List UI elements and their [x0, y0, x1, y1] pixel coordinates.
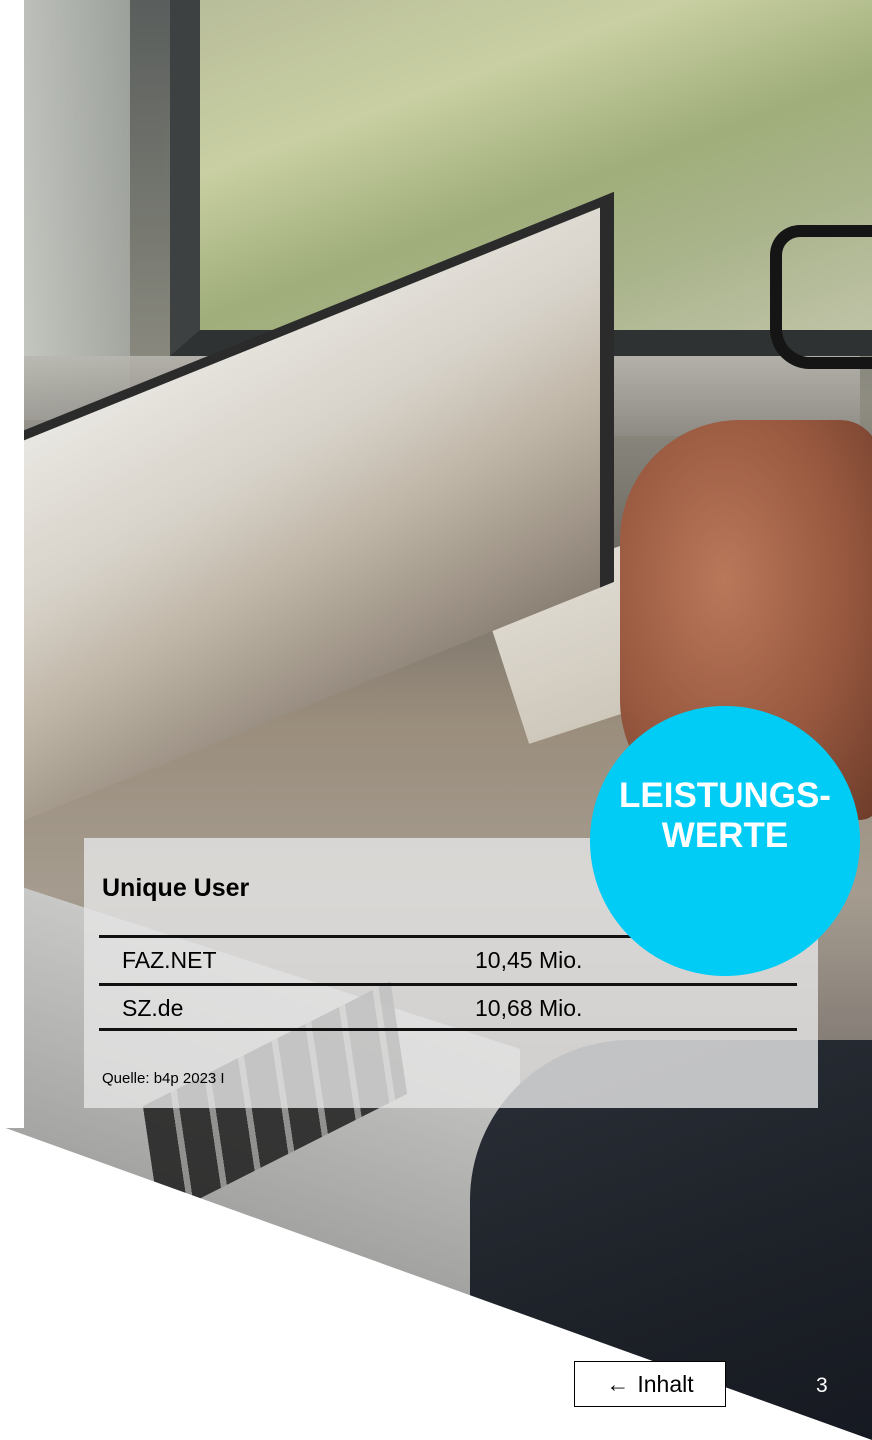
row-name: SZ.de: [122, 995, 184, 1021]
badge-line-1: LEISTUNGS-: [619, 776, 831, 815]
badge-text: LEISTUNGS- WERTE: [619, 776, 831, 856]
left-white-strip: [0, 0, 24, 1128]
badge-line-2: WERTE: [661, 816, 789, 855]
source-note: Quelle: b4p 2023 I: [102, 1070, 225, 1087]
row-value: 10,68 Mio.: [475, 995, 583, 1021]
glasses: [770, 225, 872, 369]
table-row: SZ.de 10,68 Mio.: [99, 983, 797, 1031]
page-number: 3: [816, 1374, 828, 1397]
arrow-left-icon: ←: [606, 1370, 630, 1397]
row-value: 10,45 Mio.: [475, 947, 583, 973]
row-name: FAZ.NET: [122, 947, 217, 973]
page: Unique User FAZ.NET 10,45 Mio. SZ.de 10,…: [0, 0, 872, 1440]
contents-button[interactable]: ← Inhalt: [574, 1361, 726, 1407]
panel-title: Unique User: [102, 874, 250, 902]
contents-button-label: Inhalt: [637, 1370, 694, 1397]
leistungswerte-badge: LEISTUNGS- WERTE: [590, 706, 860, 976]
